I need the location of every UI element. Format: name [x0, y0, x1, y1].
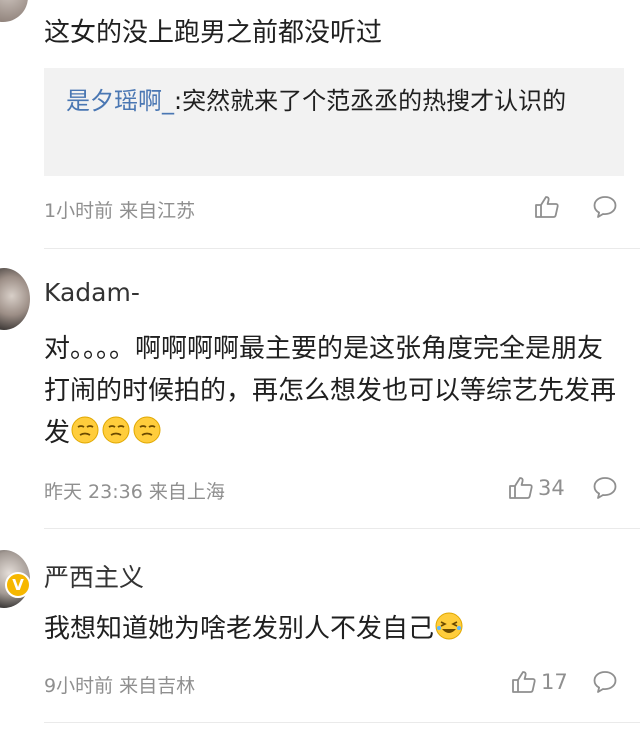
comment-bubble-icon — [592, 669, 618, 695]
like-count: 17 — [541, 670, 568, 694]
comment-meta: 9小时前 来自吉林 — [44, 671, 195, 698]
thumbs-up-icon — [534, 194, 560, 220]
reply-button[interactable] — [592, 669, 618, 695]
comment-meta: 1小时前 来自江苏 — [44, 196, 195, 223]
quote-username[interactable]: 是夕瑶啊_ — [66, 87, 174, 115]
comment-time: 昨天 23:36 — [44, 481, 143, 503]
thumbs-up-icon — [508, 475, 534, 501]
comment-item: 这女的没上跑男之前都没听过 是夕瑶啊_:突然就来了个范丞丞的热搜才认识的 1小时… — [0, 0, 640, 248]
username[interactable]: 严西主义 — [44, 558, 144, 594]
quote-body: :突然就来了个范丞丞的热搜才认识的 — [174, 87, 567, 115]
comment-time: 1小时前 — [44, 200, 114, 222]
avatar[interactable] — [0, 0, 28, 22]
like-count: 34 — [538, 476, 565, 500]
comment-bubble-icon — [592, 194, 618, 220]
comment-location: 来自江苏 — [119, 200, 196, 222]
comment-text: 我想知道她为啥老发别人不发自己 — [44, 608, 624, 650]
like-button[interactable]: 34 — [508, 475, 565, 501]
reply-button[interactable] — [592, 194, 618, 220]
quote-text: 是夕瑶啊_:突然就来了个范丞丞的热搜才认识的 — [66, 82, 616, 120]
divider — [44, 722, 640, 723]
comment-text: 这女的没上跑男之前都没听过 — [44, 18, 383, 48]
thinking-face-emoji — [132, 415, 162, 445]
thinking-face-emoji — [70, 415, 100, 445]
thumbs-up-icon — [511, 669, 537, 695]
comment-meta: 昨天 23:36 来自上海 — [44, 477, 225, 504]
comment-location: 来自上海 — [148, 481, 225, 503]
avatar[interactable] — [0, 268, 30, 330]
comment-text: 对。。。。啊啊啊啊最主要的是这张角度完全是朋友打闹的时候拍的，再怎么想发也可以等… — [44, 328, 624, 454]
like-button[interactable] — [534, 194, 560, 220]
comment-location: 来自吉林 — [119, 675, 196, 697]
comment-item: Kadam- 对。。。。啊啊啊啊最主要的是这张角度完全是朋友打闹的时候拍的，再怎… — [0, 248, 640, 528]
quoted-reply[interactable]: 是夕瑶啊_:突然就来了个范丞丞的热搜才认识的 — [44, 68, 624, 176]
comment-text-body: 我想知道她为啥老发别人不发自己 — [44, 614, 435, 644]
comment-bubble-icon — [592, 475, 618, 501]
reply-button[interactable] — [592, 475, 618, 501]
verified-badge-icon: V — [5, 572, 31, 598]
laughing-face-emoji — [434, 611, 464, 641]
thinking-face-emoji — [101, 415, 131, 445]
comment-time: 9小时前 — [44, 675, 114, 697]
comment-item: V 严西主义 我想知道她为啥老发别人不发自己 9小时前 来自吉林 17 — [0, 528, 640, 722]
like-button[interactable]: 17 — [511, 669, 568, 695]
username[interactable]: Kadam- — [44, 278, 140, 307]
